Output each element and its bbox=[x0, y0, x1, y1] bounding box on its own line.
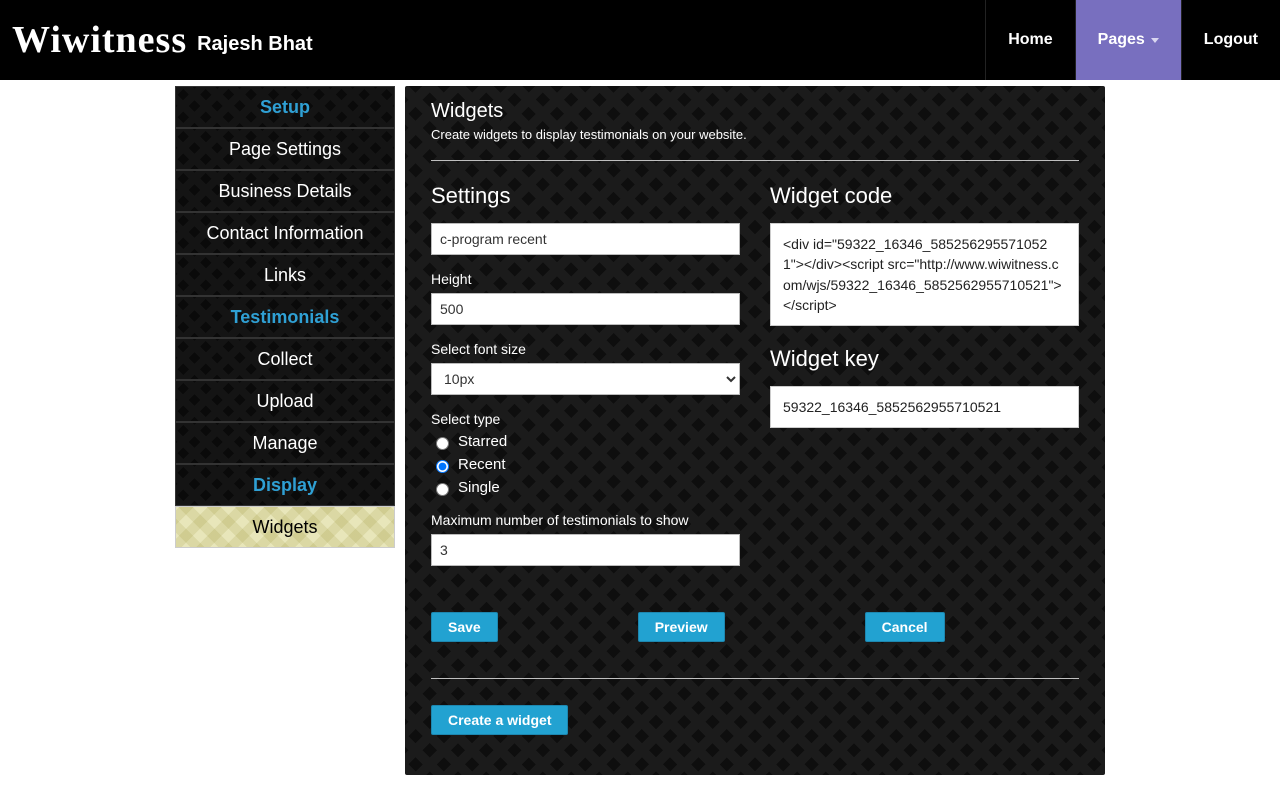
app-logo: Wiwitness bbox=[12, 18, 187, 62]
page-title: Widgets bbox=[431, 100, 1079, 123]
current-user: Rajesh Bhat bbox=[197, 33, 313, 56]
sidebar-item-collect[interactable]: Collect bbox=[175, 338, 395, 380]
sidebar-item-business-details[interactable]: Business Details bbox=[175, 170, 395, 212]
settings-column: Settings Height Select font size 10px Se… bbox=[431, 183, 740, 566]
sidebar-header-display: Display bbox=[175, 464, 395, 506]
divider bbox=[431, 160, 1079, 161]
type-radio-single[interactable] bbox=[436, 483, 449, 496]
sidebar-item-page-settings[interactable]: Page Settings bbox=[175, 128, 395, 170]
widget-key-heading: Widget key bbox=[770, 346, 1079, 372]
max-input[interactable] bbox=[431, 534, 740, 566]
chevron-down-icon bbox=[1151, 38, 1159, 43]
nav-pages-label: Pages bbox=[1098, 31, 1145, 49]
widget-name-input[interactable] bbox=[431, 223, 740, 255]
code-column: Widget code <div id="59322_16346_5852562… bbox=[770, 183, 1079, 566]
create-widget-button[interactable]: Create a widget bbox=[431, 705, 568, 735]
nav-pages[interactable]: Pages bbox=[1075, 0, 1181, 80]
type-radio-single-label: Single bbox=[458, 479, 500, 496]
type-radio-recent[interactable] bbox=[436, 460, 449, 473]
type-radio-starred-label: Starred bbox=[458, 433, 507, 450]
divider bbox=[431, 678, 1079, 679]
sidebar-item-upload[interactable]: Upload bbox=[175, 380, 395, 422]
widget-key-box[interactable]: 59322_16346_5852562955710521 bbox=[770, 386, 1079, 428]
sidebar-item-widgets[interactable]: Widgets bbox=[175, 506, 395, 548]
sidebar-item-contact-information[interactable]: Contact Information bbox=[175, 212, 395, 254]
type-radio-recent-label: Recent bbox=[458, 456, 506, 473]
save-button[interactable]: Save bbox=[431, 612, 498, 642]
content-panel: Widgets Create widgets to display testim… bbox=[405, 86, 1105, 775]
cancel-button[interactable]: Cancel bbox=[865, 612, 945, 642]
sidebar-item-links[interactable]: Links bbox=[175, 254, 395, 296]
height-input[interactable] bbox=[431, 293, 740, 325]
page-subtitle: Create widgets to display testimonials o… bbox=[431, 127, 1079, 142]
font-size-select[interactable]: 10px bbox=[431, 363, 740, 395]
preview-button[interactable]: Preview bbox=[638, 612, 725, 642]
type-label: Select type bbox=[431, 411, 740, 427]
nav-home[interactable]: Home bbox=[985, 0, 1074, 80]
widget-code-heading: Widget code bbox=[770, 183, 1079, 209]
widget-code-box[interactable]: <div id="59322_16346_5852562955710521"><… bbox=[770, 223, 1079, 326]
nav-logout[interactable]: Logout bbox=[1181, 0, 1280, 80]
settings-heading: Settings bbox=[431, 183, 740, 209]
sidebar-header-testimonials: Testimonials bbox=[175, 296, 395, 338]
topbar: Wiwitness Rajesh Bhat Home Pages Logout bbox=[0, 0, 1280, 80]
height-label: Height bbox=[431, 271, 740, 287]
font-size-label: Select font size bbox=[431, 341, 740, 357]
sidebar-item-manage[interactable]: Manage bbox=[175, 422, 395, 464]
max-label: Maximum number of testimonials to show bbox=[431, 512, 740, 528]
type-radio-starred[interactable] bbox=[436, 437, 449, 450]
sidebar-header-setup: Setup bbox=[175, 86, 395, 128]
sidebar: Setup Page Settings Business Details Con… bbox=[175, 86, 395, 775]
